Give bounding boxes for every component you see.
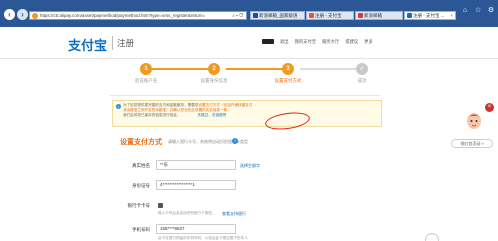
- tab-label: 新浪邮箱: [364, 13, 382, 18]
- step-2-circle: 2: [208, 63, 220, 75]
- card-label: 银行卡卡号: [127, 203, 151, 208]
- step-2-label: 设置身份信息: [200, 78, 228, 83]
- name-field[interactable]: **东: [156, 160, 236, 170]
- user-avatar[interactable]: [262, 39, 274, 44]
- browser-tab-4[interactable]: 注册 - 支付宝 ... ×: [404, 11, 456, 20]
- phone-hint: 此卡在银行预留的手机号码，以验证此卡是否属于您本人: [158, 236, 248, 240]
- browser-tab-3[interactable]: 新浪邮箱: [355, 11, 403, 20]
- name-label: 真实姓名: [132, 163, 150, 168]
- nav-feedback[interactable]: 提建议: [345, 39, 358, 45]
- id-number-field[interactable]: 4*****************1: [156, 180, 236, 190]
- phone-label: 手机号码: [132, 227, 150, 232]
- site-header: 支付宝 注册 退出 我的支付宝 服务大厅 提建议 更多: [0, 27, 498, 59]
- refresh-icon[interactable]: ⌕ ▾ ⟳: [232, 13, 244, 18]
- skip-link[interactable]: 先跳过，去逛逛吧: [198, 113, 227, 117]
- step-4-circle: ✓: [356, 63, 368, 75]
- forward-button-icon[interactable]: ›: [17, 9, 28, 20]
- browser-tab-1[interactable]: 新浪邮箱_国家级语: [250, 11, 305, 20]
- card-hint: 输入卡号后会自动识别银行卡类型，: [158, 211, 216, 215]
- logo-divider: [112, 36, 113, 50]
- tab-favicon-icon: [407, 13, 412, 18]
- step-1-circle: 1: [140, 63, 152, 75]
- back-button-icon[interactable]: ‹: [4, 9, 15, 20]
- phone-field[interactable]: 158****8627: [156, 224, 236, 234]
- alipay-logo[interactable]: 支付宝: [68, 35, 107, 54]
- tab-favicon-icon: [358, 13, 363, 18]
- mascot-icon[interactable]: [466, 112, 482, 132]
- step-4-label: 成功: [357, 78, 367, 83]
- nav-more[interactable]: 更多: [364, 39, 373, 45]
- rare-char-link[interactable]: 选择生僻字: [240, 163, 260, 169]
- site-favicon-icon: [32, 13, 38, 19]
- favorites-star-icon[interactable]: ☆: [472, 6, 484, 16]
- id-label: 身份证号: [132, 183, 150, 188]
- decorative-circle: [425, 233, 439, 241]
- browser-toolbar: ‹ › https://ctr.alipay.com/asset/paymeth…: [0, 0, 498, 27]
- nav-my-alipay[interactable]: 我的支付宝: [295, 39, 316, 45]
- step-connector: [226, 68, 282, 70]
- notice-line-3: 我们会将您已保存的信息进行验证。 先跳过，去逛逛吧: [123, 113, 377, 118]
- lock-icon: [158, 203, 163, 208]
- nav-logout[interactable]: 退出: [280, 39, 289, 45]
- browser-tab-2[interactable]: 注册 - 支付宝: [306, 11, 354, 20]
- notice-highlight: （包括开通快捷支付…: [220, 103, 256, 107]
- nav-service-hall[interactable]: 服务大厅: [322, 39, 339, 45]
- divider: [110, 95, 380, 96]
- notice-text: 为了给您提供更完善的支付和金融服务，需要您: [123, 103, 199, 107]
- browser-window: ‹ › https://ctr.alipay.com/asset/paymeth…: [0, 0, 498, 241]
- top-navigation: 退出 我的支付宝 服务大厅 提建议 更多: [262, 39, 373, 45]
- address-bar[interactable]: https://ctr.alipay.com/asset/paymethod/p…: [29, 11, 247, 20]
- tab-label: 新浪邮箱_国家级语: [259, 13, 298, 18]
- section-title: 设置支付方式: [120, 139, 162, 146]
- tab-favicon-icon: [309, 13, 314, 18]
- notice-text: 我们会将您已保存的信息进行验证。: [123, 113, 181, 117]
- help-icon[interactable]: ?: [232, 138, 238, 144]
- side-promo-button[interactable]: 领红包活动 »: [451, 139, 493, 148]
- step-3-circle: 3: [282, 63, 294, 75]
- page-title: 注册: [117, 38, 135, 48]
- step-connector: [300, 68, 356, 70]
- close-icon[interactable]: ×: [485, 103, 494, 112]
- step-connector: [152, 68, 208, 70]
- info-notice: i 为了给您提供更完善的支付和金融服务，需要您设置支付方式（包括开通快捷支付… …: [112, 100, 382, 127]
- address-url[interactable]: https://ctr.alipay.com/asset/paymethod/p…: [40, 13, 212, 18]
- step-3-label: 设置支付方式: [274, 78, 302, 83]
- step-1-label: 验证账户名: [134, 78, 158, 83]
- notice-highlight: 设置支付方式: [198, 103, 221, 107]
- home-icon[interactable]: ⌂: [459, 6, 471, 16]
- progress-steps: 1 2 3 ✓ 验证账户名 设置身份信息 设置支付方式 成功: [135, 63, 370, 87]
- settings-gear-icon[interactable]: ⚙: [485, 6, 497, 16]
- tab-label: 注册 - 支付宝 ...: [413, 13, 445, 18]
- tab-label: 注册 - 支付宝: [315, 13, 342, 18]
- tab-close-icon[interactable]: ×: [450, 12, 453, 19]
- supported-banks-link[interactable]: 查看支持银行: [222, 211, 246, 217]
- tab-favicon-icon: [253, 13, 258, 18]
- info-icon: i: [116, 104, 121, 109]
